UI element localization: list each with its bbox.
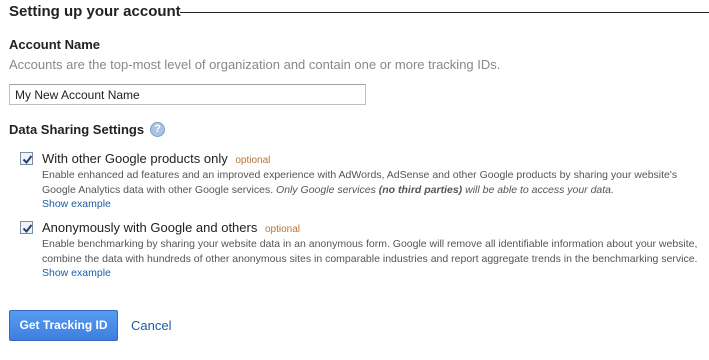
data-sharing-label: Data Sharing Settings [9, 122, 145, 137]
option-title-text: With other Google products only [42, 151, 228, 166]
get-tracking-id-button[interactable]: Get Tracking ID [9, 310, 118, 341]
share-anonymously-checkbox[interactable] [20, 221, 33, 234]
checkmark-icon [22, 224, 33, 234]
option-description-emphasis: (no third parties) [378, 183, 463, 196]
account-name-input[interactable] [9, 84, 366, 105]
option-description: Enable benchmarking by sharing your webs… [42, 238, 698, 265]
show-example-link[interactable]: Show example [42, 267, 111, 279]
cancel-link[interactable]: Cancel [131, 318, 171, 333]
optional-tag: optional [235, 155, 271, 166]
section-title: Setting up your account [9, 3, 191, 20]
share-anonymously-content: Anonymously with Google and others optio… [42, 219, 709, 281]
option-title-text: Anonymously with Google and others [42, 220, 258, 235]
option-description-italic-end: will be able to access your data. [465, 183, 614, 196]
share-google-products-content: With other Google products only optional… [42, 150, 709, 212]
show-example-link[interactable]: Show example [42, 198, 111, 210]
share-google-products-checkbox[interactable] [20, 152, 33, 165]
share-google-products-description: Enable enhanced ad features and an impro… [42, 168, 709, 212]
share-anonymously-description: Enable benchmarking by sharing your webs… [42, 237, 709, 281]
question-mark-icon[interactable]: ? [150, 122, 166, 137]
account-name-description: Accounts are the top-most level of organ… [9, 57, 501, 72]
share-google-products-title: With other Google products only optional [42, 150, 709, 169]
account-name-label: Account Name [9, 37, 101, 52]
optional-tag: optional [264, 224, 301, 235]
checkmark-icon [22, 155, 33, 165]
share-anonymously-title: Anonymously with Google and others optio… [42, 219, 709, 238]
title-divider [180, 12, 709, 13]
data-sharing-heading: Data Sharing Settings ? [9, 122, 166, 137]
option-description-italic: Only Google services [276, 183, 376, 196]
